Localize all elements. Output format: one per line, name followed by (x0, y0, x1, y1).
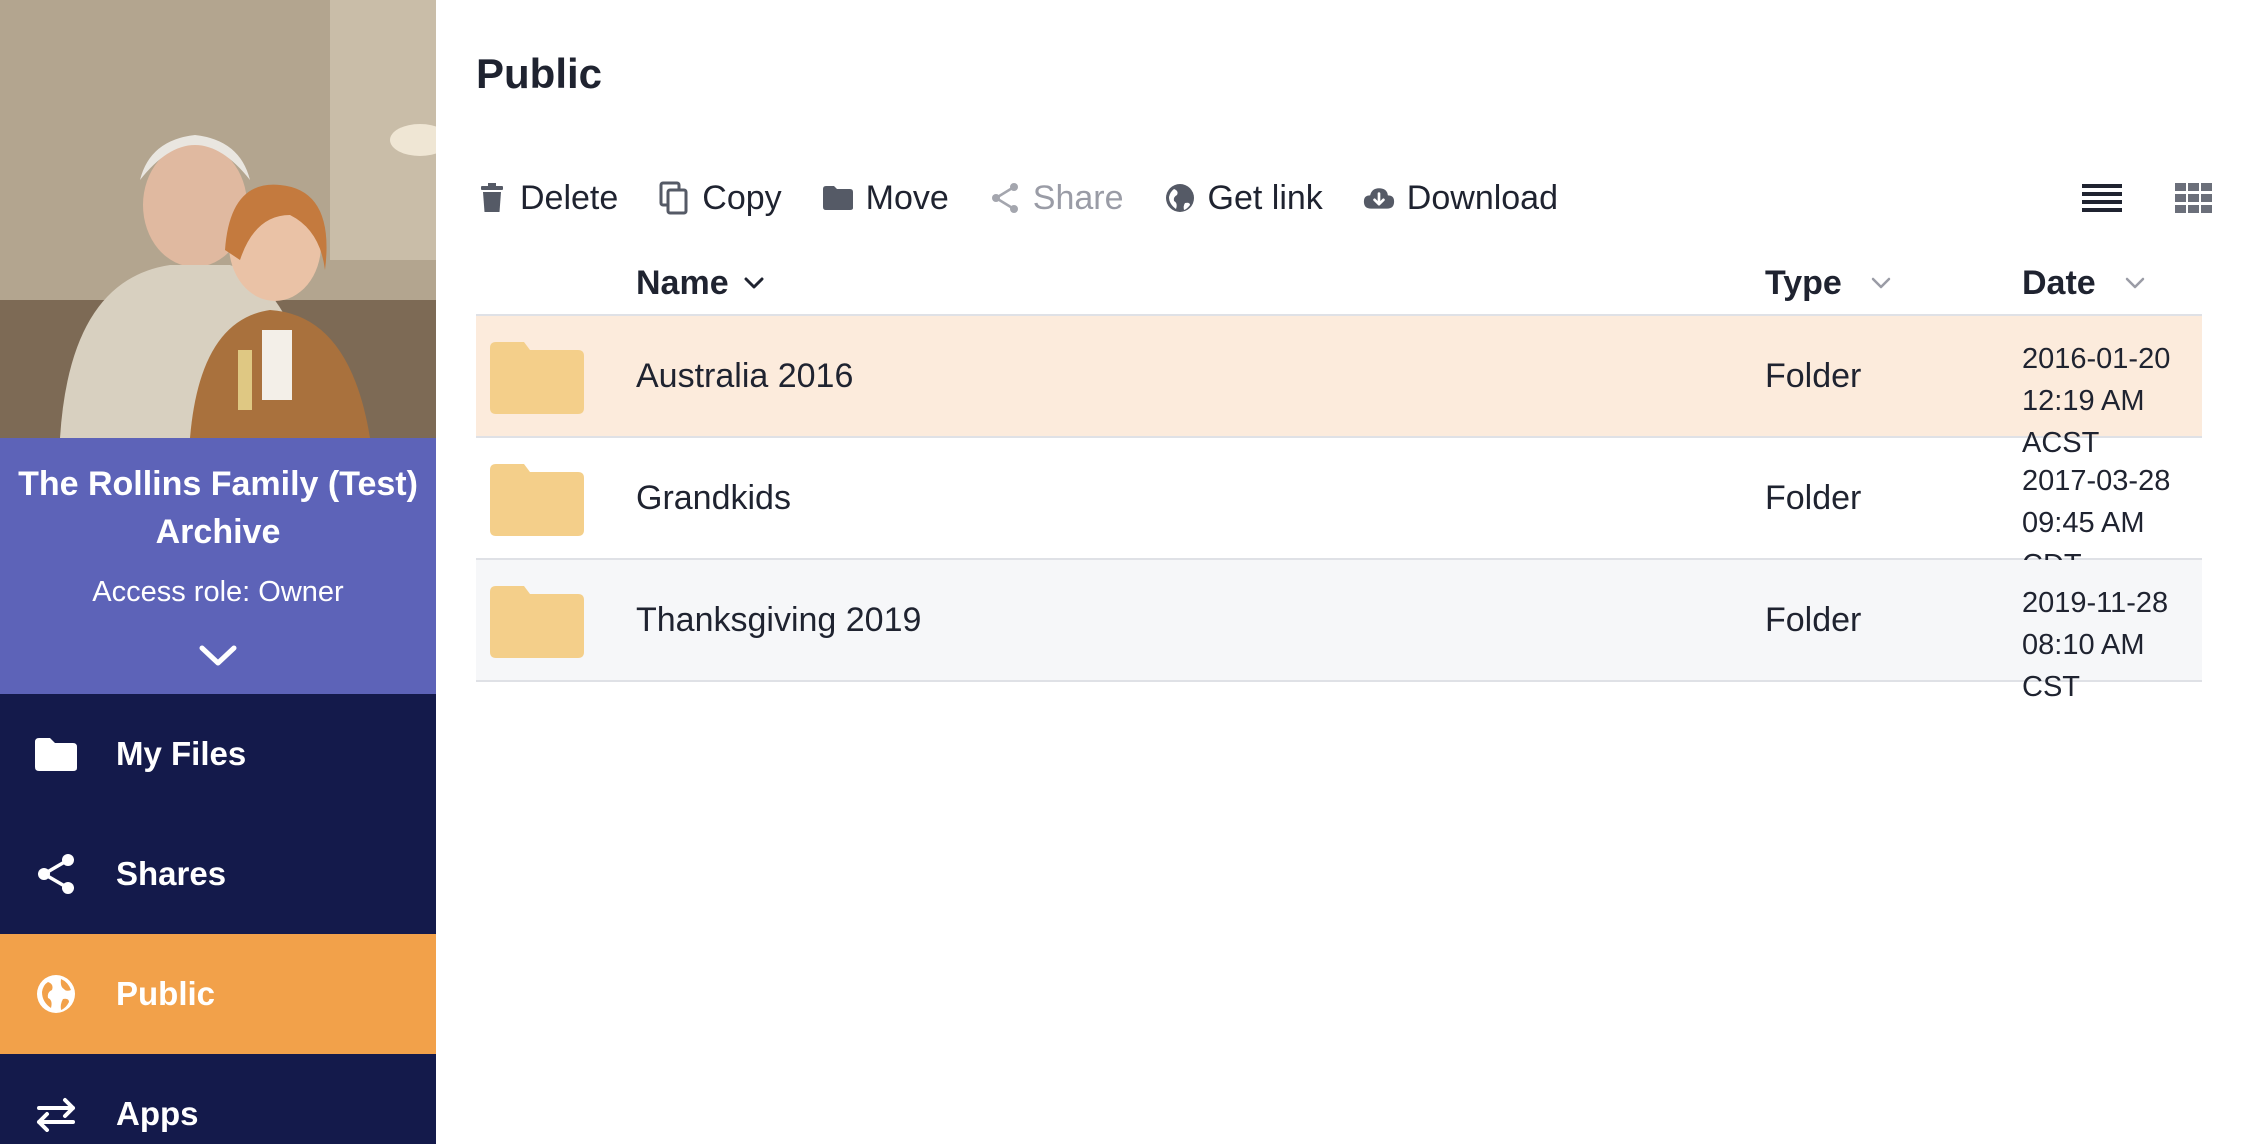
folder-icon (490, 586, 584, 658)
file-table: Name Type Date Australia 2016 Folder 201… (476, 250, 2202, 703)
nav-item-label: Shares (116, 855, 227, 892)
globe-icon (1164, 180, 1196, 216)
nav-item-label: My Files (116, 735, 247, 772)
chevron-down-icon (1870, 276, 1892, 290)
file-name: Thanksgiving 2019 (636, 600, 922, 639)
copy-button[interactable]: Copy (658, 178, 782, 218)
page-title: Public (476, 50, 603, 97)
download-label: Download (1406, 178, 1559, 217)
archive-card: The Rollins Family (Test) Archive Access… (0, 438, 436, 694)
swap-arrows-icon (32, 1090, 80, 1138)
list-view-button[interactable] (2080, 178, 2124, 218)
file-type: Folder (1765, 356, 1862, 395)
delete-label: Delete (520, 178, 619, 217)
file-name: Australia 2016 (636, 356, 854, 395)
folder-icon (490, 464, 584, 536)
move-button[interactable]: Move (822, 179, 949, 218)
table-header: Name Type Date (476, 250, 2202, 316)
nav-item-shares[interactable]: Shares (0, 814, 436, 934)
globe-icon (32, 970, 80, 1018)
trash-icon (476, 180, 508, 216)
folder-icon (32, 730, 80, 778)
column-header-type[interactable]: Type (1765, 250, 1892, 316)
column-header-name[interactable]: Name (636, 250, 765, 316)
archive-name: The Rollins Family (Test) Archive (18, 465, 418, 551)
share-label: Share (1032, 178, 1124, 217)
chevron-down-icon (743, 276, 765, 290)
grid-view-button[interactable] (2172, 178, 2216, 218)
table-row[interactable]: Grandkids Folder 2017-03-28 09:45 AM CDT (476, 438, 2202, 581)
get-link-button[interactable]: Get link (1164, 179, 1323, 218)
delete-button[interactable]: Delete (476, 179, 618, 218)
table-row[interactable]: Australia 2016 Folder 2016-01-20 12:19 A… (476, 316, 2202, 459)
main-content: Public Delete Copy Move Share Get link D… (436, 0, 2264, 1144)
access-role-label: Access role: Owner (92, 576, 344, 608)
grid-view-icon (2175, 183, 2212, 213)
get-link-label: Get link (1207, 178, 1323, 217)
file-date: 2019-11-28 08:10 AM CST (2022, 582, 2202, 708)
toolbar: Delete Copy Move Share Get link Download (476, 170, 1598, 226)
nav-item-apps[interactable]: Apps (0, 1054, 436, 1144)
move-label: Move (865, 178, 949, 217)
file-date-time: 08:10 AM CST (2022, 629, 2145, 703)
file-name: Grandkids (636, 478, 791, 517)
share-button[interactable]: Share (989, 179, 1124, 218)
nav-item-my-files[interactable]: My Files (0, 694, 436, 814)
download-button[interactable]: Download (1363, 179, 1558, 218)
list-view-icon (2082, 184, 2122, 212)
share-icon (32, 850, 80, 898)
folder-icon (822, 180, 854, 216)
column-header-date[interactable]: Date (2022, 250, 2146, 316)
archive-expand-button[interactable] (194, 636, 242, 676)
copy-icon (658, 180, 690, 216)
file-type: Folder (1765, 478, 1862, 517)
nav-item-public[interactable]: Public (0, 934, 436, 1054)
file-date-day: 2017-03-28 (2022, 465, 2171, 497)
column-type-label: Type (1765, 263, 1842, 302)
sidebar: The Rollins Family (Test) Archive Access… (0, 0, 436, 1144)
share-icon (989, 180, 1021, 216)
file-date-day: 2019-11-28 (2022, 587, 2169, 619)
file-type: Folder (1765, 600, 1862, 639)
nav-item-label: Apps (116, 1095, 199, 1132)
copy-label: Copy (702, 178, 782, 217)
cloud-download-icon (1363, 180, 1395, 216)
chevron-down-icon (199, 645, 237, 666)
nav-item-label: Public (116, 975, 216, 1012)
column-date-label: Date (2022, 263, 2096, 302)
chevron-down-icon (2124, 276, 2146, 290)
file-date-day: 2016-01-20 (2022, 343, 2171, 375)
column-name-label: Name (636, 263, 729, 302)
folder-icon (490, 342, 584, 414)
archive-cover-photo (0, 0, 436, 438)
table-row[interactable]: Thanksgiving 2019 Folder 2019-11-28 08:1… (476, 560, 2202, 703)
